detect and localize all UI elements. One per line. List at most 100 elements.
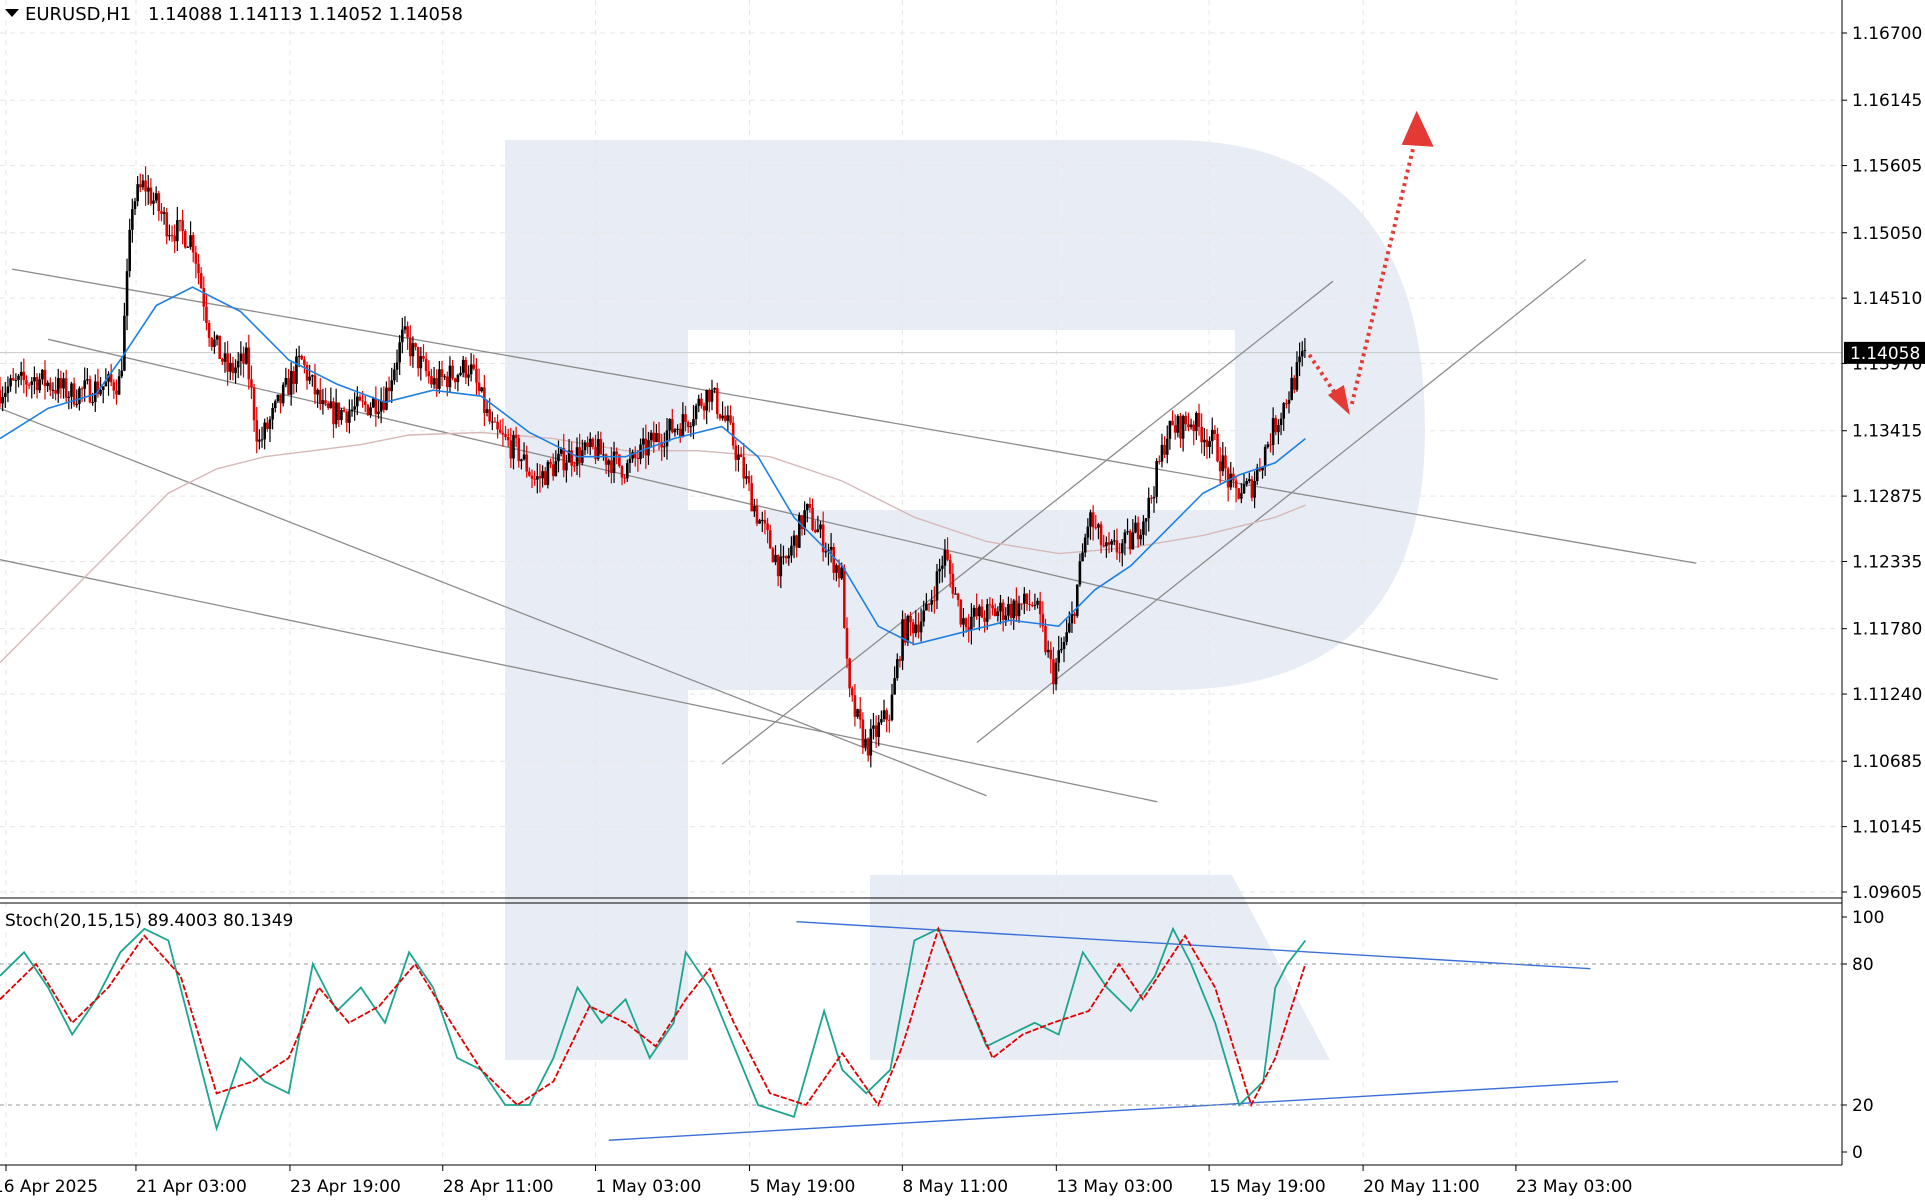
candle-body (959, 599, 963, 625)
candle-body (75, 403, 79, 405)
candle-body (835, 565, 838, 573)
candle-body (670, 419, 674, 433)
candle-body (401, 329, 404, 343)
candle-body (1033, 604, 1037, 606)
candle-body (1195, 412, 1198, 432)
candle-body (1128, 531, 1132, 550)
candle-body (308, 376, 311, 381)
candle-body (721, 415, 724, 419)
candle-body (755, 506, 759, 524)
candle-body (557, 453, 560, 462)
candle-body (1184, 415, 1188, 425)
candle-body (1234, 480, 1238, 489)
price-axis: 1.167001.161451.156051.150501.145101.139… (1842, 24, 1925, 1163)
candle-body (371, 398, 375, 408)
candle-body (205, 306, 208, 323)
candle-body (112, 382, 116, 391)
candle-body (350, 409, 354, 412)
candle-body (636, 457, 640, 459)
candle-body (925, 603, 928, 611)
candle-body (276, 394, 280, 402)
candle-body (125, 271, 129, 316)
time-tick-label: 23 May 03:00 (1516, 1177, 1633, 1197)
candle-body (202, 288, 206, 307)
candle-body (305, 365, 309, 381)
candle-body (549, 461, 552, 465)
candle-body (837, 565, 841, 579)
candle-body (9, 378, 12, 387)
candle-body (1062, 642, 1066, 649)
candle-body (152, 200, 155, 204)
trading-chart[interactable]: 1.167001.161451.156051.150501.145101.139… (0, 0, 1925, 1202)
candle-body (393, 369, 396, 381)
candle-body (1020, 603, 1023, 605)
candle-body (811, 507, 814, 530)
candle-body (1179, 416, 1182, 439)
candle-body (880, 719, 883, 723)
candle-body (133, 201, 137, 210)
time-tick-label: 5 May 19:00 (750, 1177, 856, 1197)
price-tick-label: 1.14510 (1852, 289, 1922, 309)
candle-body (882, 710, 886, 720)
candle-body (279, 394, 282, 404)
candle-body (1083, 537, 1087, 553)
candle-body (210, 337, 214, 347)
candle-body (1094, 527, 1098, 529)
candle-body (1158, 461, 1161, 463)
candle-body (504, 434, 507, 438)
candle-body (377, 411, 380, 415)
candle-body (170, 235, 174, 237)
candle-body (938, 568, 941, 572)
candle-body (1269, 444, 1272, 446)
price-tick-label: 1.15050 (1852, 224, 1922, 244)
candle-body (1012, 600, 1016, 618)
candle-body (591, 438, 595, 447)
candle-body (1263, 447, 1267, 467)
candle-body (1118, 552, 1121, 554)
candle-body (819, 524, 822, 530)
candle-body (1023, 593, 1026, 604)
candle-body (832, 547, 836, 573)
candle-body (176, 220, 179, 242)
candle-body (824, 551, 828, 553)
candle-body (1044, 626, 1047, 653)
rbf-logo-watermark (505, 140, 1425, 1060)
stoch-tick-label: 0 (1852, 1143, 1863, 1163)
candle-body (1176, 416, 1180, 433)
time-tick-label: 13 May 03:00 (1056, 1177, 1173, 1197)
candle-body (686, 422, 690, 428)
candle-body (469, 364, 473, 375)
candle-body (718, 414, 722, 419)
candle-body (657, 433, 661, 442)
candle-body (1147, 497, 1151, 519)
candle-body (551, 464, 555, 477)
candle-body (263, 422, 266, 440)
candle-body (1200, 426, 1203, 443)
candle-body (919, 621, 923, 633)
time-axis: 16 Apr 2025 21 Apr 03:00 23 Apr 19:00 28 Ap… (0, 1165, 1632, 1197)
candle-body (472, 364, 476, 369)
candle-body (226, 353, 229, 372)
candle-body (512, 435, 515, 459)
candle-body (1131, 532, 1135, 550)
candle-body (1245, 480, 1248, 485)
candle-body (665, 430, 669, 447)
candle-body (1287, 399, 1291, 404)
collapse-triangle-icon[interactable] (5, 9, 19, 17)
candle-body (11, 378, 15, 381)
candle-body (856, 709, 859, 717)
candle-body (1192, 424, 1196, 432)
candle-body (914, 624, 918, 634)
candle-body (845, 627, 849, 659)
candle-body (1115, 540, 1119, 553)
candle-body (655, 433, 658, 443)
candle-body (829, 547, 833, 550)
candle-body (260, 439, 264, 441)
candle-body (1290, 377, 1293, 400)
candle-body (895, 659, 899, 679)
candle-body (1, 396, 4, 404)
candle-body (432, 378, 436, 385)
candle-body (46, 382, 49, 387)
candle-body (178, 220, 182, 222)
candle-body (239, 353, 243, 362)
